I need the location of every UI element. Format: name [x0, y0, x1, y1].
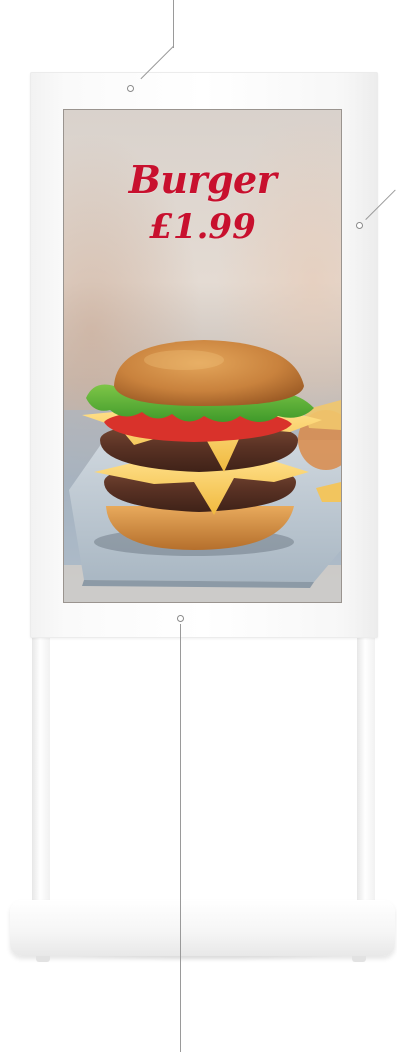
product-price: £1.99: [149, 207, 256, 247]
callout-line-bottom-vertical: [180, 624, 181, 1052]
kiosk-foot-right: [352, 956, 366, 962]
kiosk-right-leg: [357, 638, 375, 920]
circle-dot-icon: [177, 615, 184, 622]
circle-dot-icon: [356, 222, 363, 229]
kiosk-foot-left: [36, 956, 50, 962]
product-name: Burger: [128, 157, 277, 202]
kiosk-base: [10, 900, 395, 956]
kiosk-left-leg: [32, 638, 50, 920]
digital-signage-kiosk: Burger £1.99: [0, 0, 397, 1052]
callout-line-top-vertical: [173, 0, 174, 48]
display-screen: Burger £1.99: [64, 110, 341, 602]
circle-dot-icon: [127, 85, 134, 92]
